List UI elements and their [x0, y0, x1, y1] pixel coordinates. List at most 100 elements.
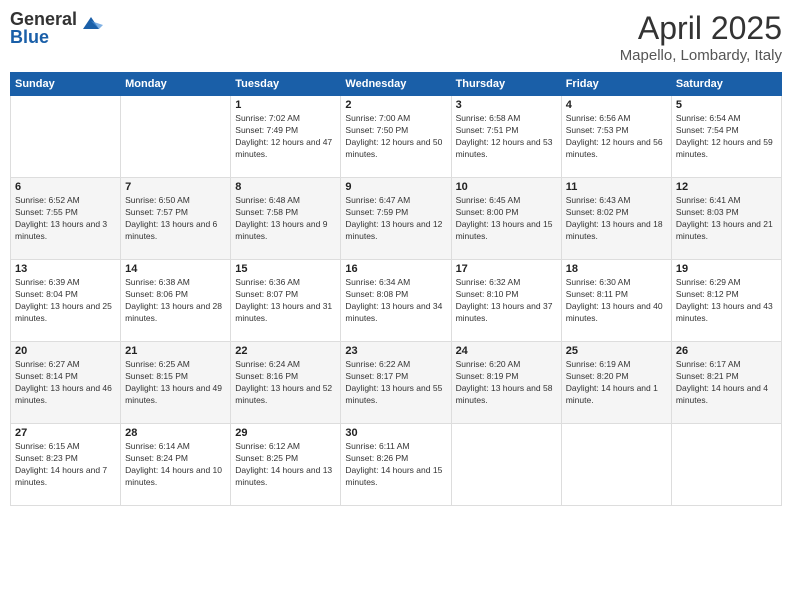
day-number: 24 [456, 345, 557, 357]
day-info: Sunrise: 6:56 AM Sunset: 7:53 PM Dayligh… [566, 113, 667, 161]
month-title: April 2025 [620, 10, 782, 47]
header-sunday: Sunday [11, 73, 121, 96]
calendar-cell [11, 96, 121, 178]
day-info: Sunrise: 6:22 AM Sunset: 8:17 PM Dayligh… [345, 359, 446, 407]
calendar-cell: 14 Sunrise: 6:38 AM Sunset: 8:06 PM Dayli… [121, 260, 231, 342]
day-info: Sunrise: 6:41 AM Sunset: 8:03 PM Dayligh… [676, 195, 777, 243]
calendar-cell: 13 Sunrise: 6:39 AM Sunset: 8:04 PM Dayli… [11, 260, 121, 342]
calendar-week-3: 20Sunrise: 6:27 AM Sunset: 8:14 PM Dayli… [11, 342, 782, 424]
day-info: Sunrise: 6:48 AM Sunset: 7:58 PM Dayligh… [235, 195, 336, 243]
calendar-cell: 16Sunrise: 6:34 AM Sunset: 8:08 PM Dayli… [341, 260, 451, 342]
day-info: Sunrise: 6:30 AM Sunset: 8:11 PM Dayligh… [566, 277, 667, 325]
calendar-week-2: 13 Sunrise: 6:39 AM Sunset: 8:04 PM Dayli… [11, 260, 782, 342]
day-info: Sunrise: 6:17 AM Sunset: 8:21 PM Dayligh… [676, 359, 777, 407]
calendar-cell [451, 424, 561, 506]
calendar-cell: 20Sunrise: 6:27 AM Sunset: 8:14 PM Dayli… [11, 342, 121, 424]
day-info: Sunrise: 6:38 AM Sunset: 8:06 PM Dayligh… [125, 277, 226, 325]
day-number: 11 [566, 181, 667, 193]
day-info: Sunrise: 6:47 AM Sunset: 7:59 PM Dayligh… [345, 195, 446, 243]
calendar-cell: 3 Sunrise: 6:58 AM Sunset: 7:51 PM Daylig… [451, 96, 561, 178]
calendar-cell: 2Sunrise: 7:00 AM Sunset: 7:50 PM Daylig… [341, 96, 451, 178]
day-info: Sunrise: 6:27 AM Sunset: 8:14 PM Dayligh… [15, 359, 116, 407]
day-number: 8 [235, 181, 336, 193]
day-number: 26 [676, 345, 777, 357]
day-number: 15 [235, 263, 336, 275]
calendar-cell: 27 Sunrise: 6:15 AM Sunset: 8:23 PM Dayli… [11, 424, 121, 506]
header-thursday: Thursday [451, 73, 561, 96]
header-monday: Monday [121, 73, 231, 96]
calendar-cell [671, 424, 781, 506]
calendar-cell: 4Sunrise: 6:56 AM Sunset: 7:53 PM Daylig… [561, 96, 671, 178]
calendar-cell: 23Sunrise: 6:22 AM Sunset: 8:17 PM Dayli… [341, 342, 451, 424]
calendar-cell: 17 Sunrise: 6:32 AM Sunset: 8:10 PM Dayli… [451, 260, 561, 342]
calendar-cell: 26 Sunrise: 6:17 AM Sunset: 8:21 PM Dayli… [671, 342, 781, 424]
calendar-cell: 22 Sunrise: 6:24 AM Sunset: 8:16 PM Dayli… [231, 342, 341, 424]
calendar-cell: 25 Sunrise: 6:19 AM Sunset: 8:20 PM Dayli… [561, 342, 671, 424]
calendar-cell: 1 Sunrise: 7:02 AM Sunset: 7:49 PM Daylig… [231, 96, 341, 178]
calendar-cell: 18 Sunrise: 6:30 AM Sunset: 8:11 PM Dayli… [561, 260, 671, 342]
calendar-cell: 28 Sunrise: 6:14 AM Sunset: 8:24 PM Dayli… [121, 424, 231, 506]
day-info: Sunrise: 6:50 AM Sunset: 7:57 PM Dayligh… [125, 195, 226, 243]
day-number: 18 [566, 263, 667, 275]
calendar-cell: 12 Sunrise: 6:41 AM Sunset: 8:03 PM Dayli… [671, 178, 781, 260]
day-number: 12 [676, 181, 777, 193]
calendar-week-0: 1 Sunrise: 7:02 AM Sunset: 7:49 PM Daylig… [11, 96, 782, 178]
day-number: 14 [125, 263, 226, 275]
day-number: 1 [235, 99, 336, 111]
day-info: Sunrise: 6:24 AM Sunset: 8:16 PM Dayligh… [235, 359, 336, 407]
calendar-cell: 24 Sunrise: 6:20 AM Sunset: 8:19 PM Dayli… [451, 342, 561, 424]
calendar-cell: 9 Sunrise: 6:47 AM Sunset: 7:59 PM Daylig… [341, 178, 451, 260]
page: General Blue April 2025 Mapello, Lombard… [0, 0, 792, 612]
header-tuesday: Tuesday [231, 73, 341, 96]
day-info: Sunrise: 6:29 AM Sunset: 8:12 PM Dayligh… [676, 277, 777, 325]
day-info: Sunrise: 6:43 AM Sunset: 8:02 PM Dayligh… [566, 195, 667, 243]
day-number: 27 [15, 427, 116, 439]
day-number: 29 [235, 427, 336, 439]
day-info: Sunrise: 6:14 AM Sunset: 8:24 PM Dayligh… [125, 441, 226, 489]
day-info: Sunrise: 6:11 AM Sunset: 8:26 PM Dayligh… [345, 441, 446, 489]
day-info: Sunrise: 6:36 AM Sunset: 8:07 PM Dayligh… [235, 277, 336, 325]
day-info: Sunrise: 6:20 AM Sunset: 8:19 PM Dayligh… [456, 359, 557, 407]
calendar-cell [121, 96, 231, 178]
calendar-cell: 21Sunrise: 6:25 AM Sunset: 8:15 PM Dayli… [121, 342, 231, 424]
day-info: Sunrise: 7:02 AM Sunset: 7:49 PM Dayligh… [235, 113, 336, 161]
header-friday: Friday [561, 73, 671, 96]
header-wednesday: Wednesday [341, 73, 451, 96]
header-saturday: Saturday [671, 73, 781, 96]
day-number: 28 [125, 427, 226, 439]
day-info: Sunrise: 6:12 AM Sunset: 8:25 PM Dayligh… [235, 441, 336, 489]
day-number: 6 [15, 181, 116, 193]
day-info: Sunrise: 6:19 AM Sunset: 8:20 PM Dayligh… [566, 359, 667, 407]
day-number: 13 [15, 263, 116, 275]
day-info: Sunrise: 6:45 AM Sunset: 8:00 PM Dayligh… [456, 195, 557, 243]
calendar-cell: 10 Sunrise: 6:45 AM Sunset: 8:00 PM Dayli… [451, 178, 561, 260]
day-info: Sunrise: 6:58 AM Sunset: 7:51 PM Dayligh… [456, 113, 557, 161]
day-info: Sunrise: 6:32 AM Sunset: 8:10 PM Dayligh… [456, 277, 557, 325]
day-info: Sunrise: 6:34 AM Sunset: 8:08 PM Dayligh… [345, 277, 446, 325]
title-area: April 2025 Mapello, Lombardy, Italy [620, 10, 782, 64]
weekday-header-row: Sunday Monday Tuesday Wednesday Thursday… [11, 73, 782, 96]
day-info: Sunrise: 6:54 AM Sunset: 7:54 PM Dayligh… [676, 113, 777, 161]
day-info: Sunrise: 6:39 AM Sunset: 8:04 PM Dayligh… [15, 277, 116, 325]
calendar-cell: 15 Sunrise: 6:36 AM Sunset: 8:07 PM Dayli… [231, 260, 341, 342]
day-number: 30 [345, 427, 446, 439]
day-number: 10 [456, 181, 557, 193]
day-number: 2 [345, 99, 446, 111]
location-title: Mapello, Lombardy, Italy [620, 47, 782, 64]
logo-blue: Blue [10, 28, 77, 46]
calendar-week-4: 27 Sunrise: 6:15 AM Sunset: 8:23 PM Dayli… [11, 424, 782, 506]
calendar-table: Sunday Monday Tuesday Wednesday Thursday… [10, 72, 782, 506]
day-number: 7 [125, 181, 226, 193]
day-info: Sunrise: 6:25 AM Sunset: 8:15 PM Dayligh… [125, 359, 226, 407]
day-number: 3 [456, 99, 557, 111]
day-number: 5 [676, 99, 777, 111]
day-number: 9 [345, 181, 446, 193]
calendar-cell: 29 Sunrise: 6:12 AM Sunset: 8:25 PM Dayli… [231, 424, 341, 506]
day-number: 25 [566, 345, 667, 357]
day-number: 22 [235, 345, 336, 357]
day-info: Sunrise: 6:52 AM Sunset: 7:55 PM Dayligh… [15, 195, 116, 243]
logo-general: General [10, 10, 77, 28]
day-info: Sunrise: 6:15 AM Sunset: 8:23 PM Dayligh… [15, 441, 116, 489]
day-number: 17 [456, 263, 557, 275]
day-number: 19 [676, 263, 777, 275]
